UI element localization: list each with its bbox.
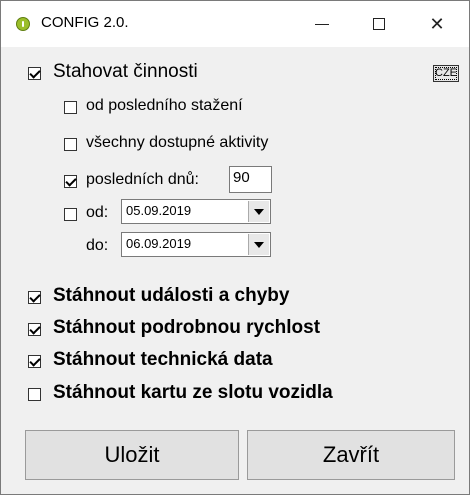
download-speed-checkbox[interactable] [28,323,41,336]
chevron-down-icon [254,208,264,215]
download-technical-checkbox[interactable] [28,355,41,368]
since-last-download-checkbox[interactable] [64,101,77,114]
download-activities-checkbox[interactable] [28,67,41,80]
last-days-label: posledních dnů: [86,171,199,188]
to-date-label: do: [86,237,109,254]
chevron-down-icon [254,241,264,248]
since-last-download-label: od posledního stažení [86,97,243,114]
last-days-input[interactable]: 90 [229,166,272,193]
from-date-value: 05.09.2019 [126,203,192,218]
maximize-icon [373,18,385,30]
from-date-checkbox[interactable] [64,208,77,221]
close-button[interactable]: Zavřít [247,430,455,480]
maximize-button[interactable] [356,1,402,47]
close-icon: ✕ [429,13,445,34]
title-bar: CONFIG 2.0. ✕ [1,1,469,47]
save-button[interactable]: Uložit [25,430,239,480]
download-activities-label: Stahovat činnosti [53,61,198,82]
to-date-picker[interactable]: 06.09.2019 [121,232,271,257]
config-window: CONFIG 2.0. ✕ Stahovat činnosti CZE od p… [0,0,470,495]
download-events-label: Stáhnout události a chyby [53,285,290,306]
from-date-picker[interactable]: 05.09.2019 [121,199,271,224]
last-days-checkbox[interactable] [64,175,77,188]
to-date-value: 06.09.2019 [126,236,192,251]
close-window-button[interactable]: ✕ [414,1,460,47]
language-button[interactable]: CZE [433,65,459,82]
all-available-checkbox[interactable] [64,138,77,151]
download-card-checkbox[interactable] [28,388,41,401]
all-available-label: všechny dostupné aktivity [86,134,269,151]
from-date-dropdown-button[interactable] [248,201,269,222]
download-speed-label: Stáhnout podrobnou rychlost [53,317,321,338]
to-date-dropdown-button[interactable] [248,234,269,255]
download-card-label: Stáhnout kartu ze slotu vozidla [53,382,333,403]
minimize-button[interactable] [299,1,345,47]
download-technical-label: Stáhnout technická data [53,349,273,370]
from-date-label: od: [86,204,109,221]
app-icon [16,17,30,31]
download-events-checkbox[interactable] [28,291,41,304]
minimize-icon [315,23,329,25]
window-title: CONFIG 2.0. [41,14,129,31]
